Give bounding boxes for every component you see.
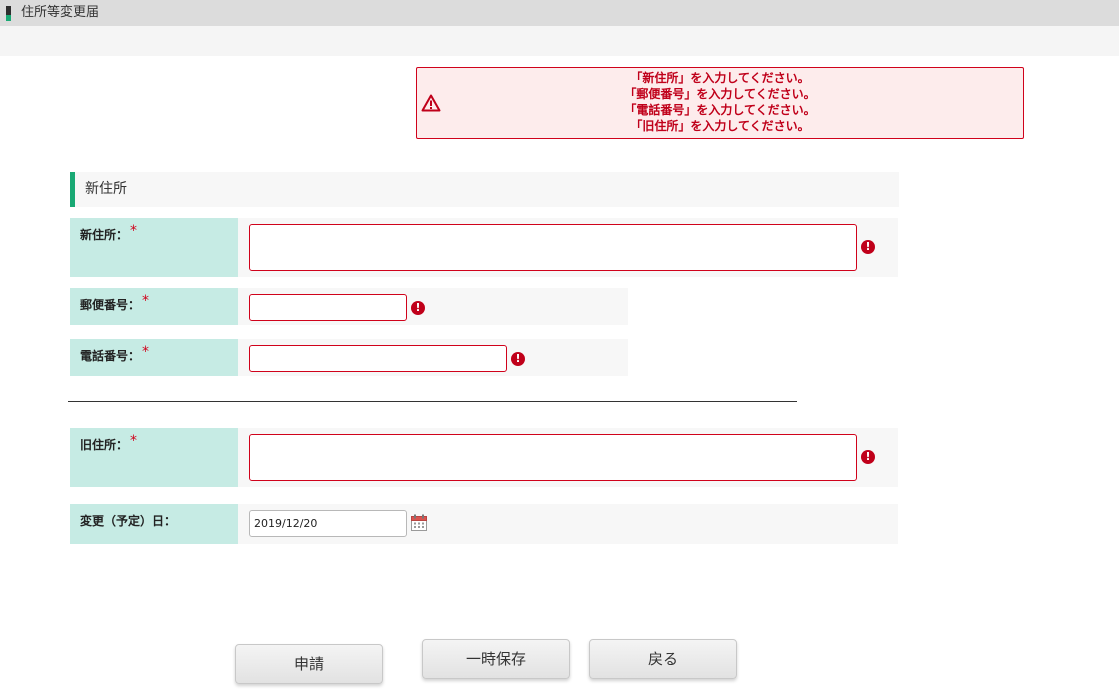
postal-code-label-text: 郵便番号： xyxy=(80,298,141,312)
old-address-error-icon: ! xyxy=(861,450,875,464)
error-message-list: 「新住所」を入力してください。 「郵便番号」を入力してください。 「電話番号」を… xyxy=(417,70,1023,134)
change-date-label: 変更（予定）日： xyxy=(70,504,238,544)
toolbar-area xyxy=(0,26,1119,56)
save-draft-button[interactable]: 一時保存 xyxy=(422,639,570,679)
back-button[interactable]: 戻る xyxy=(589,639,737,679)
new-address-error-icon: ! xyxy=(861,240,875,254)
postal-code-input[interactable] xyxy=(249,294,407,321)
old-address-label-text: 旧住所： xyxy=(80,438,129,452)
error-message: 「電話番号」を入力してください。 xyxy=(624,103,816,117)
required-mark: * xyxy=(142,293,150,309)
postal-code-error-icon: ! xyxy=(411,301,425,315)
section-accent-bar xyxy=(70,172,75,207)
window-title: 住所等変更届 xyxy=(21,5,100,20)
phone-label: 電話番号： * xyxy=(70,339,238,376)
section-header xyxy=(70,172,899,207)
phone-label-text: 電話番号： xyxy=(80,349,141,363)
new-address-input[interactable] xyxy=(249,224,857,271)
change-date-input[interactable] xyxy=(249,510,407,537)
error-message: 「新住所」を入力してください。 xyxy=(630,71,810,85)
error-message: 「郵便番号」を入力してください。 xyxy=(624,87,816,101)
required-mark: * xyxy=(142,344,150,360)
section-title: 新住所 xyxy=(85,181,127,197)
old-address-input[interactable] xyxy=(249,434,857,481)
apply-button[interactable]: 申請 xyxy=(235,644,383,684)
window-title-bar xyxy=(0,0,1119,26)
calendar-icon[interactable] xyxy=(411,514,427,531)
phone-error-icon: ! xyxy=(511,352,525,366)
error-summary: 「新住所」を入力してください。 「郵便番号」を入力してください。 「電話番号」を… xyxy=(416,67,1024,139)
new-address-label-text: 新住所： xyxy=(80,228,129,242)
title-marker-icon xyxy=(6,6,11,21)
section-divider xyxy=(68,401,797,402)
required-mark: * xyxy=(130,223,138,239)
phone-input[interactable] xyxy=(249,345,507,372)
new-address-label: 新住所： * xyxy=(70,218,238,277)
change-date-label-text: 変更（予定）日： xyxy=(80,514,177,528)
error-message: 「旧住所」を入力してください。 xyxy=(630,119,810,133)
postal-code-label: 郵便番号： * xyxy=(70,288,238,325)
required-mark: * xyxy=(130,433,138,449)
old-address-label: 旧住所： * xyxy=(70,428,238,487)
